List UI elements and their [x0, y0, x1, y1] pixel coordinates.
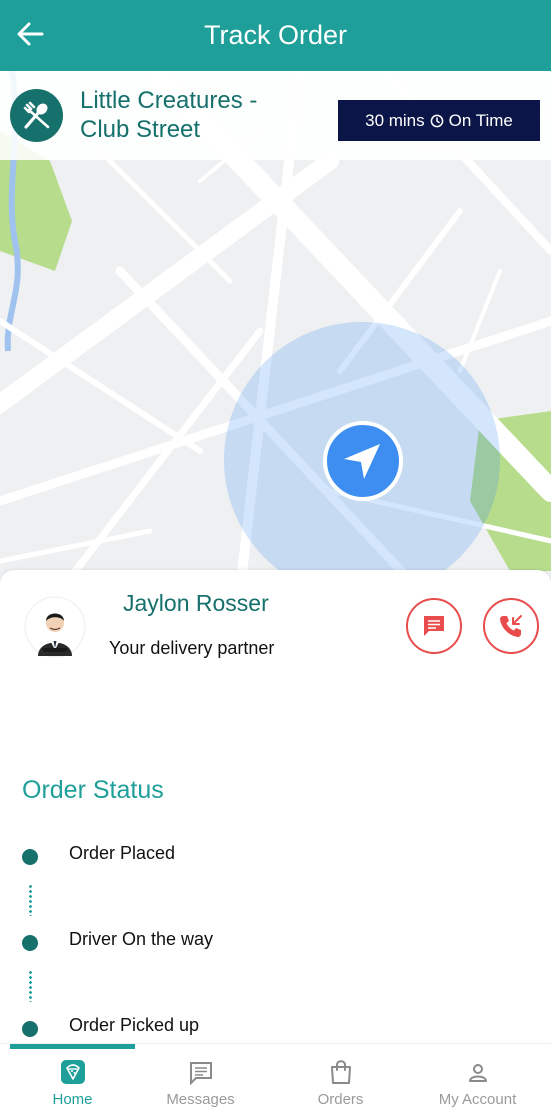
restaurant-info-bar: Little Creatures - Club Street 30 mins O… [0, 71, 551, 160]
nav-my-account-label: My Account [438, 1091, 517, 1108]
navigation-marker-icon [323, 421, 403, 501]
restaurant-name: Little Creatures - Club Street [80, 86, 320, 144]
driver-role: Your delivery partner [109, 638, 275, 658]
messages-icon [187, 1058, 215, 1086]
restaurant-name-line1: Little Creatures - [80, 87, 258, 114]
status-step-label: Driver On the way [69, 929, 214, 949]
nav-orders[interactable]: Orders [272, 1058, 409, 1108]
app-header: Track Order [0, 0, 551, 71]
bottom-navigation: Home Messages Orders My Account [0, 1043, 551, 1116]
orders-bag-icon [327, 1058, 355, 1086]
call-button[interactable] [483, 598, 539, 654]
phone-call-icon [500, 615, 522, 637]
nav-home-label: Home [52, 1091, 93, 1108]
restaurant-name-line2: Club Street [80, 116, 201, 143]
nav-home[interactable]: Home [4, 1058, 141, 1108]
clock-icon [430, 114, 443, 127]
eta-status: On Time [448, 110, 513, 130]
status-step-label: Order Placed [69, 843, 176, 863]
status-dot [22, 935, 38, 951]
status-step: Order Picked up [0, 1013, 551, 1043]
active-tab-indicator [10, 1044, 135, 1049]
chat-button[interactable] [406, 598, 462, 654]
nav-my-account[interactable]: My Account [409, 1058, 546, 1108]
status-step-label: Order Picked up [69, 1015, 200, 1035]
status-step: Driver On the way [0, 927, 551, 957]
status-step: Order Placed [0, 841, 551, 871]
fork-spoon-icon [23, 101, 49, 129]
status-connector [29, 884, 32, 916]
driver-avatar [24, 596, 86, 658]
account-icon [464, 1058, 492, 1086]
back-arrow-icon[interactable] [14, 18, 46, 50]
order-status-title: Order Status [22, 776, 164, 804]
nav-messages-label: Messages [166, 1091, 235, 1108]
status-connector [29, 970, 32, 1002]
eta-badge: 30 mins On Time [338, 100, 540, 141]
nav-messages[interactable]: Messages [132, 1058, 269, 1108]
eta-duration: 30 mins [365, 110, 425, 130]
driver-name: Jaylon Rosser [123, 590, 269, 616]
status-dot [22, 1021, 38, 1037]
page-title: Track Order [203, 20, 347, 50]
chat-icon [424, 616, 444, 636]
restaurant-icon [10, 89, 63, 142]
status-dot [22, 849, 38, 865]
nav-orders-label: Orders [317, 1091, 364, 1108]
tracking-card: Jaylon Rosser Your delivery partner Orde… [0, 570, 551, 1050]
home-icon [59, 1058, 87, 1086]
